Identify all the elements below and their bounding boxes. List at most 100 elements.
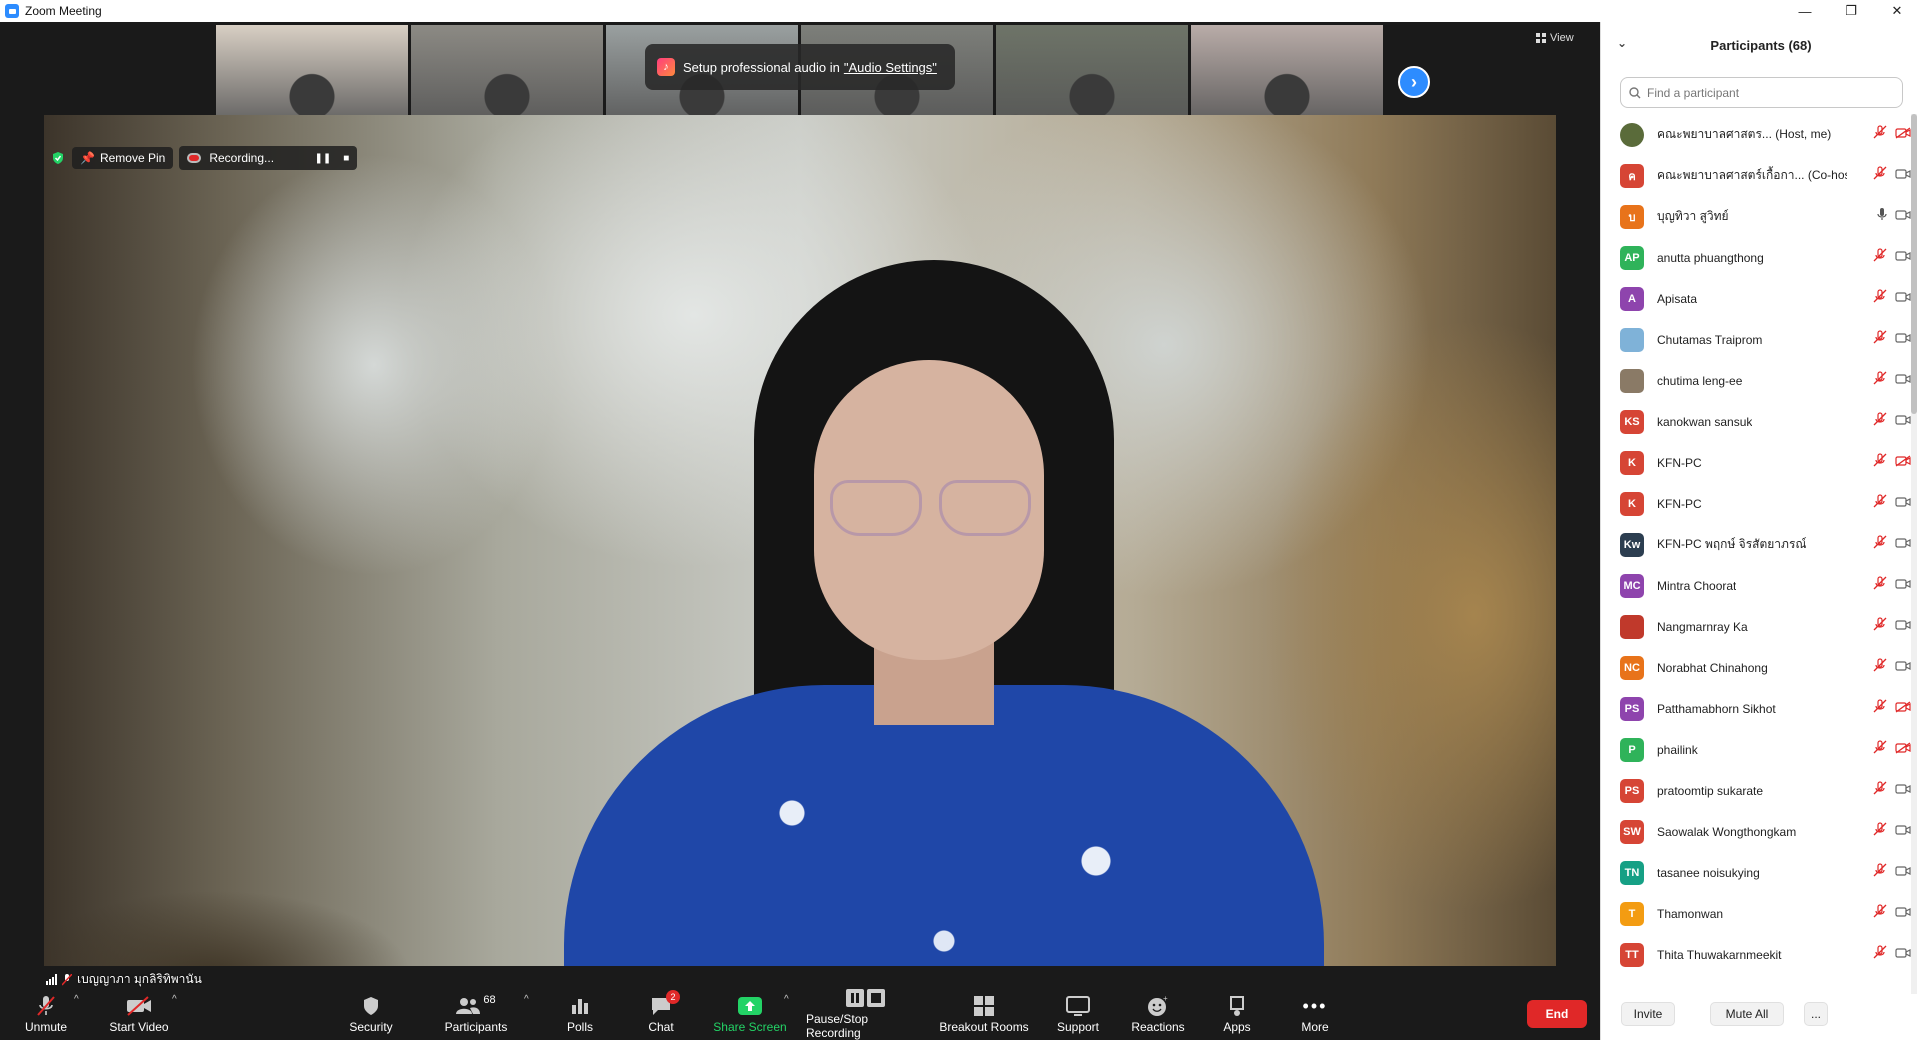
view-button[interactable]: View <box>1536 32 1574 44</box>
participant-row[interactable]: Pphailink <box>1601 729 1911 770</box>
pause-recording-button[interactable]: ❚❚ <box>315 153 332 164</box>
minimize-button[interactable]: — <box>1782 0 1828 22</box>
mic-muted-icon[interactable] <box>1873 330 1887 349</box>
audio-options-caret[interactable]: ^ <box>74 994 79 1005</box>
video-icon <box>1895 782 1911 800</box>
mic-muted-icon[interactable] <box>1873 248 1887 267</box>
strip-next-button[interactable]: › <box>1398 66 1430 98</box>
avatar: PS <box>1620 696 1644 721</box>
security-button[interactable]: Security <box>345 988 397 1040</box>
mic-muted-icon[interactable] <box>1873 535 1887 554</box>
participants-icon: 68 <box>456 994 496 1018</box>
mic-muted-icon[interactable] <box>1873 658 1887 677</box>
participants-count: 68 <box>483 994 496 1006</box>
panel-more-button[interactable]: ... <box>1804 1002 1828 1026</box>
mic-muted-icon[interactable] <box>1873 945 1887 964</box>
participant-row[interactable]: KS kanokwan sansuk <box>1601 401 1911 442</box>
participant-row[interactable]: คณะพยาบาลศาสตร... (Host, me) <box>1601 114 1911 155</box>
participant-status-icons <box>1873 740 1911 759</box>
participant-status-icons <box>1873 412 1911 431</box>
participant-row[interactable]: K KFN-PC <box>1601 442 1911 483</box>
avatar: K <box>1620 450 1644 475</box>
more-button[interactable]: ••• More <box>1297 988 1333 1040</box>
end-meeting-button[interactable]: End <box>1527 1000 1587 1028</box>
participant-row[interactable]: PS pratoomtip sukarate <box>1601 770 1911 811</box>
avatar <box>1620 368 1644 393</box>
pause-stop-recording-label: Pause/Stop Recording <box>806 1012 869 1040</box>
participant-row[interactable]: Nangmarnray Ka <box>1601 606 1911 647</box>
mic-muted-icon[interactable] <box>1873 576 1887 595</box>
participant-list: คณะพยาบาลศาสตร... (Host, me) ค คณะพยาบาลศา… <box>1601 114 1911 975</box>
participants-button[interactable]: 68 Participants <box>440 988 512 1040</box>
unmute-button[interactable]: Unmute <box>20 988 72 1040</box>
encryption-shield-icon[interactable] <box>50 150 66 166</box>
restore-button[interactable]: ❐ <box>1828 0 1874 22</box>
participant-row[interactable]: TN tasanee noisukying <box>1601 852 1911 893</box>
avatar: MC <box>1620 573 1644 598</box>
participant-row[interactable]: PS Patthamabhorn Sikhot <box>1601 688 1911 729</box>
mic-muted-icon[interactable] <box>1873 822 1887 841</box>
reactions-label: Reactions <box>1131 1020 1185 1034</box>
share-screen-button[interactable]: Share Screen <box>712 988 788 1040</box>
chat-button[interactable]: 2 Chat <box>641 988 681 1040</box>
panel-header: ⌄ Participants (68) <box>1601 22 1920 68</box>
breakout-rooms-button[interactable]: Breakout Rooms <box>938 988 1030 1040</box>
remove-pin-button[interactable]: 📌 Remove Pin <box>72 147 174 169</box>
avatar: TN <box>1620 860 1644 885</box>
stop-recording-button[interactable]: ■ <box>343 153 349 164</box>
participant-status-icons <box>1873 166 1911 185</box>
mic-muted-icon[interactable] <box>1873 289 1887 308</box>
participant-search-field[interactable]: Find a participant <box>1620 77 1903 108</box>
participants-options-caret[interactable]: ^ <box>524 994 529 1005</box>
participant-row[interactable]: TT Thita Thuwakarnmeekit <box>1601 934 1911 975</box>
polls-button[interactable]: Polls <box>560 988 600 1040</box>
participant-row[interactable]: SW Saowalak Wongthongkam <box>1601 811 1911 852</box>
participant-row[interactable]: Chutamas Traiprom <box>1601 319 1911 360</box>
participant-row[interactable]: Kw KFN-PC พฤกษ์ จิรสัตยาภรณ์ <box>1601 524 1911 565</box>
apps-button[interactable]: Apps <box>1220 988 1254 1040</box>
mic-muted-icon[interactable] <box>1873 617 1887 636</box>
participant-row[interactable]: ค คณะพยาบาลศาสตร์เกื้อกา... (Co-host) <box>1601 155 1911 196</box>
participant-row[interactable]: บ บุญทิวา สูวิทย์ <box>1601 196 1911 237</box>
invite-button[interactable]: Invite <box>1621 1002 1675 1026</box>
support-screen-icon <box>1066 994 1090 1018</box>
mic-muted-icon[interactable] <box>1873 371 1887 390</box>
more-label: More <box>1301 1020 1329 1034</box>
share-options-caret[interactable]: ^ <box>784 994 789 1005</box>
participant-row[interactable]: chutima leng-ee <box>1601 360 1911 401</box>
participant-row[interactable]: NC Norabhat Chinahong <box>1601 647 1911 688</box>
mic-off-icon <box>62 973 72 986</box>
mic-muted-icon[interactable] <box>1873 699 1887 718</box>
participant-status-icons <box>1873 863 1911 882</box>
avatar: AP <box>1620 245 1644 270</box>
reactions-button[interactable]: + Reactions <box>1130 988 1186 1040</box>
mic-muted-icon[interactable] <box>1873 166 1887 185</box>
scrollbar-thumb[interactable] <box>1911 114 1917 414</box>
participant-list-scrollbar[interactable] <box>1911 114 1917 994</box>
mic-muted-icon[interactable] <box>1873 412 1887 431</box>
mic-muted-icon[interactable] <box>1873 863 1887 882</box>
participant-row[interactable]: A Apisata <box>1601 278 1911 319</box>
avatar: ค <box>1620 163 1644 188</box>
shield-icon <box>362 994 380 1018</box>
mic-muted-icon[interactable] <box>1873 740 1887 759</box>
support-button[interactable]: Support <box>1053 988 1103 1040</box>
participant-row[interactable]: AP anutta phuangthong <box>1601 237 1911 278</box>
start-video-button[interactable]: Start Video <box>105 988 173 1040</box>
mic-muted-icon[interactable] <box>1873 904 1887 923</box>
mic-muted-icon[interactable] <box>1873 125 1887 144</box>
mic-muted-icon[interactable] <box>1873 453 1887 472</box>
audio-settings-link[interactable]: "Audio Settings" <box>844 60 937 75</box>
video-options-caret[interactable]: ^ <box>172 994 177 1005</box>
pause-stop-recording-button[interactable]: Pause/Stop Recording <box>806 988 926 1040</box>
mic-icon[interactable] <box>1877 207 1887 226</box>
participant-row[interactable]: T Thamonwan <box>1601 893 1911 934</box>
mic-muted-icon[interactable] <box>1873 494 1887 513</box>
collapse-chevron-icon[interactable]: ⌄ <box>1617 36 1627 50</box>
close-button[interactable]: ✕ <box>1874 0 1920 22</box>
participant-row[interactable]: MC Mintra Choorat <box>1601 565 1911 606</box>
participant-row[interactable]: K KFN-PC <box>1601 483 1911 524</box>
mute-all-button[interactable]: Mute All <box>1710 1002 1784 1026</box>
participant-status-icons <box>1873 494 1911 513</box>
mic-muted-icon[interactable] <box>1873 781 1887 800</box>
